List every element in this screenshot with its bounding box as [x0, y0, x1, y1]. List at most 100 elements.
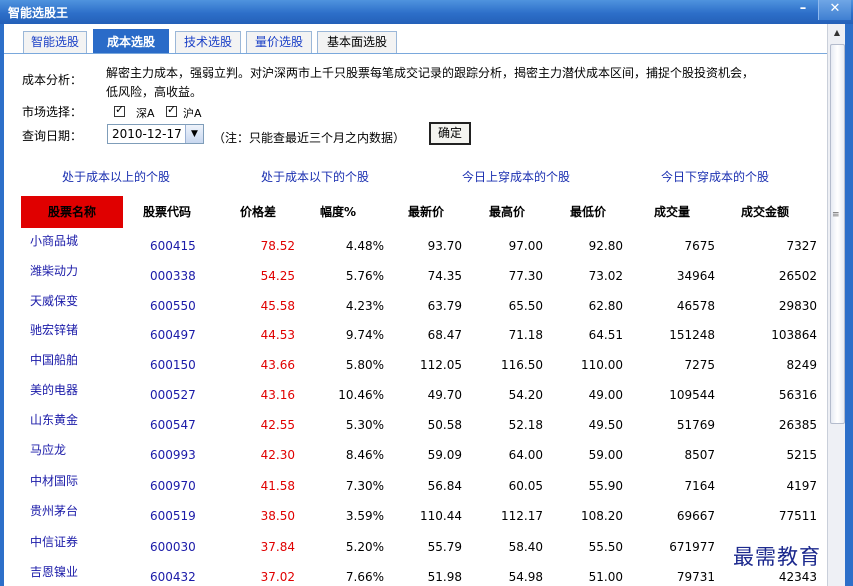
- checkbox-shenzhen-a[interactable]: [114, 103, 125, 117]
- turnover-cell: 56316: [778, 388, 817, 402]
- header-low-price[interactable]: 最低价: [570, 196, 606, 228]
- change-pct-cell: 5.76%: [345, 269, 384, 283]
- low-price-cell: 55.50: [588, 540, 623, 554]
- stock-name-cell[interactable]: 驰宏锌锗: [30, 321, 110, 338]
- latest-price-cell: 59.09: [427, 448, 462, 462]
- volume-cell: 8507: [684, 448, 715, 462]
- stock-code-cell: 600497: [150, 328, 196, 342]
- header-stock-code[interactable]: 股票代码: [143, 196, 191, 228]
- price-diff-cell: 37.02: [260, 570, 295, 584]
- high-price-cell: 58.40: [508, 540, 543, 554]
- date-note: （注：只能查最近三个月之内数据）: [213, 131, 406, 145]
- category-cross-up[interactable]: 今日上穿成本的个股: [462, 168, 570, 185]
- chevron-down-icon[interactable]: ▼: [185, 125, 203, 143]
- vertical-scrollbar[interactable]: ▲ ≡: [827, 24, 846, 586]
- price-diff-cell: 44.53: [260, 328, 295, 342]
- stock-name-cell[interactable]: 中材国际: [30, 472, 110, 489]
- stock-code-cell: 600030: [150, 540, 196, 554]
- category-below-cost[interactable]: 处于成本以下的个股: [261, 168, 369, 185]
- high-price-cell: 64.00: [508, 448, 543, 462]
- tab-smart-pick[interactable]: 智能选股: [23, 31, 87, 53]
- change-pct-cell: 3.59%: [345, 509, 384, 523]
- stock-code-cell: 000527: [150, 388, 196, 402]
- low-price-cell: 64.51: [588, 328, 623, 342]
- stock-name-cell[interactable]: 小商品城: [30, 232, 110, 249]
- checkbox-shanghai-a[interactable]: [166, 103, 177, 117]
- latest-price-cell: 93.70: [427, 239, 462, 253]
- low-price-cell: 110.00: [581, 358, 623, 372]
- low-price-cell: 49.00: [588, 388, 623, 402]
- turnover-cell: 29830: [778, 299, 817, 313]
- minimize-button[interactable]: –: [790, 0, 816, 20]
- high-price-cell: 116.50: [501, 358, 543, 372]
- low-price-cell: 51.00: [588, 570, 623, 584]
- change-pct-cell: 7.66%: [345, 570, 384, 584]
- market-label: 市场选择：: [22, 105, 83, 119]
- stock-name-cell[interactable]: 美的电器: [30, 381, 110, 398]
- header-turnover[interactable]: 成交金额: [741, 196, 789, 228]
- analysis-description: 解密主力成本，强弱立判。对沪深两市上千只股票每笔成交记录的跟踪分析，揭密主力潜伏…: [106, 64, 826, 102]
- stock-code-cell: 600519: [150, 509, 196, 523]
- header-volume[interactable]: 成交量: [654, 196, 690, 228]
- category-cross-down[interactable]: 今日下穿成本的个股: [661, 168, 769, 185]
- tab-technical-pick[interactable]: 技术选股: [175, 31, 241, 53]
- low-price-cell: 73.02: [588, 269, 623, 283]
- stock-name-cell[interactable]: 吉恩镍业: [30, 563, 110, 580]
- stock-name-cell[interactable]: 贵州茅台: [30, 502, 110, 519]
- change-pct-cell: 7.30%: [345, 479, 384, 493]
- scrollbar-thumb[interactable]: [830, 44, 845, 424]
- volume-cell: 46578: [676, 299, 715, 313]
- stock-name-cell[interactable]: 马应龙: [30, 441, 110, 458]
- close-button[interactable]: ✕: [818, 0, 851, 20]
- scrollbar-grip-icon: ≡: [832, 210, 840, 220]
- tab-divider: [4, 53, 827, 54]
- price-diff-cell: 38.50: [260, 509, 295, 523]
- stock-code-cell: 600150: [150, 358, 196, 372]
- latest-price-cell: 49.70: [427, 388, 462, 402]
- stock-name-cell[interactable]: 潍柴动力: [30, 262, 110, 279]
- turnover-cell: 5215: [786, 448, 817, 462]
- price-diff-cell: 37.84: [260, 540, 295, 554]
- header-stock-name[interactable]: 股票名称: [21, 196, 123, 228]
- stock-code-cell: 600547: [150, 418, 196, 432]
- turnover-cell: 8249: [786, 358, 817, 372]
- volume-cell: 34964: [676, 269, 715, 283]
- header-latest-price[interactable]: 最新价: [408, 196, 444, 228]
- latest-price-cell: 110.44: [420, 509, 462, 523]
- latest-price-cell: 51.98: [427, 570, 462, 584]
- volume-cell: 7675: [684, 239, 715, 253]
- scroll-up-arrow-icon[interactable]: ▲: [828, 24, 846, 41]
- low-price-cell: 108.20: [581, 509, 623, 523]
- stock-name-cell[interactable]: 天威保变: [30, 292, 110, 309]
- stock-code-cell: 600993: [150, 448, 196, 462]
- tab-fundamental-pick[interactable]: 基本面选股: [317, 31, 397, 53]
- tab-cost-pick[interactable]: 成本选股: [93, 29, 169, 54]
- latest-price-cell: 55.79: [427, 540, 462, 554]
- stock-name-cell[interactable]: 中国船舶: [30, 351, 110, 368]
- low-price-cell: 92.80: [588, 239, 623, 253]
- header-change-pct[interactable]: 幅度%: [320, 196, 356, 228]
- category-above-cost[interactable]: 处于成本以上的个股: [62, 168, 170, 185]
- price-diff-cell: 78.52: [260, 239, 295, 253]
- latest-price-cell: 63.79: [427, 299, 462, 313]
- date-picker[interactable]: 2010-12-17 ▼: [107, 124, 204, 144]
- turnover-cell: 103864: [771, 328, 817, 342]
- high-price-cell: 71.18: [508, 328, 543, 342]
- stock-name-cell[interactable]: 山东黄金: [30, 411, 110, 428]
- header-price-diff[interactable]: 价格差: [240, 196, 276, 228]
- high-price-cell: 52.18: [508, 418, 543, 432]
- change-pct-cell: 10.46%: [338, 388, 384, 402]
- change-pct-cell: 8.46%: [345, 448, 384, 462]
- tab-volume-price-pick[interactable]: 量价选股: [246, 31, 312, 53]
- stock-name-cell[interactable]: 中信证券: [30, 533, 110, 550]
- high-price-cell: 54.98: [508, 570, 543, 584]
- title-bar: 智能选股王 – ✕: [0, 0, 853, 24]
- volume-cell: 51769: [676, 418, 715, 432]
- confirm-button[interactable]: 确定: [429, 122, 471, 145]
- volume-cell: 151248: [669, 328, 715, 342]
- price-diff-cell: 43.66: [260, 358, 295, 372]
- volume-cell: 7164: [684, 479, 715, 493]
- checkbox-shanghai-a-label: 沪A: [183, 107, 202, 120]
- header-high-price[interactable]: 最高价: [489, 196, 525, 228]
- high-price-cell: 77.30: [508, 269, 543, 283]
